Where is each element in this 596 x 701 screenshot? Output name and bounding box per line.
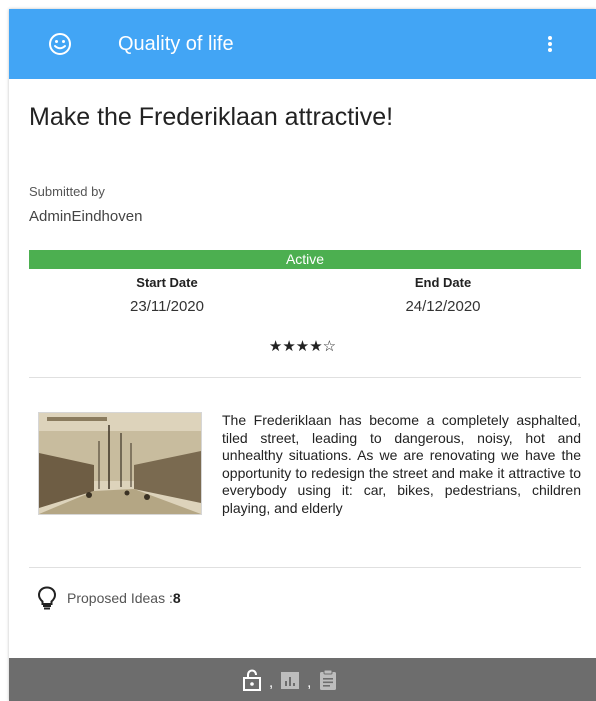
status-badge: Active [29, 250, 581, 269]
proposal-card: Quality of life Make the Frederiklaan at… [9, 9, 596, 701]
app-title: Quality of life [118, 33, 234, 55]
end-date-value: 24/12/2020 [405, 298, 481, 315]
star-rating: ★★★★☆ [268, 338, 337, 355]
lightbulb-icon [37, 586, 57, 610]
start-date-value: 23/11/2020 [130, 298, 204, 315]
start-date: Start Date 23/11/2020 [29, 274, 305, 315]
divider [29, 377, 581, 378]
bar-chart-icon[interactable] [279, 669, 301, 691]
phase-footer: , , [9, 658, 596, 701]
ideas-count: 8 [172, 590, 181, 606]
step-separator: , [307, 674, 312, 691]
clipboard-icon[interactable] [317, 669, 339, 691]
start-date-label: Start Date [136, 275, 198, 290]
smiley-icon[interactable] [48, 32, 72, 56]
historic-street-photo [38, 412, 202, 515]
end-date-label: End Date [414, 275, 472, 290]
proposed-ideas[interactable]: Proposed Ideas : 8 [37, 586, 181, 610]
step-separator: , [269, 674, 274, 691]
submitted-by-author: AdminEindhoven [29, 208, 143, 225]
proposal-title: Make the Frederiklaan attractive! [29, 103, 394, 131]
more-vert-icon[interactable] [538, 32, 562, 56]
divider [29, 567, 581, 568]
phase-steps: , , [241, 668, 339, 691]
ideas-label: Proposed Ideas : [67, 590, 173, 606]
app-bar: Quality of life [9, 9, 596, 79]
end-date: End Date 24/12/2020 [305, 274, 581, 315]
unlock-icon[interactable] [241, 668, 263, 691]
proposal-description: The Frederiklaan has become a completely… [222, 412, 581, 516]
submitted-by-label: Submitted by [29, 184, 105, 199]
